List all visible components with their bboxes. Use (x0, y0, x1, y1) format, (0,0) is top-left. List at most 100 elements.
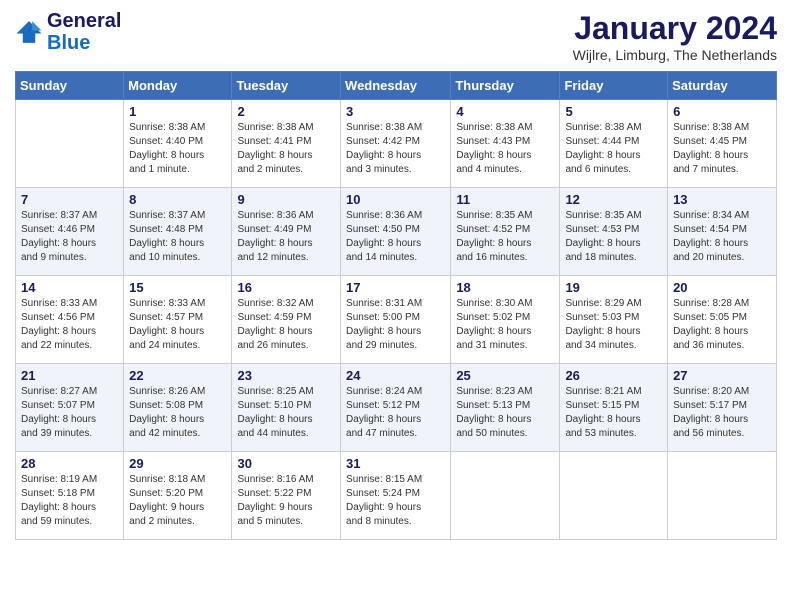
calendar-table: SundayMondayTuesdayWednesdayThursdayFrid… (15, 71, 777, 540)
calendar-cell: 27 Sunrise: 8:20 AM Sunset: 5:17 PM Dayli… (668, 364, 777, 452)
calendar-cell: 13 Sunrise: 8:34 AM Sunset: 4:54 PM Dayli… (668, 188, 777, 276)
day-number: 28 (21, 456, 118, 471)
day-info: Sunrise: 8:26 AM Sunset: 5:08 PM Dayligh… (129, 385, 226, 441)
calendar-cell: 28 Sunrise: 8:19 AM Sunset: 5:18 PM Dayli… (16, 452, 124, 540)
weekday-header-cell: Saturday (668, 72, 777, 100)
day-info: Sunrise: 8:36 AM Sunset: 4:50 PM Dayligh… (346, 209, 445, 265)
day-info: Sunrise: 8:16 AM Sunset: 5:22 PM Dayligh… (237, 473, 335, 529)
day-info: Sunrise: 8:23 AM Sunset: 5:13 PM Dayligh… (456, 385, 554, 441)
calendar-cell: 22 Sunrise: 8:26 AM Sunset: 5:08 PM Dayli… (124, 364, 232, 452)
day-info: Sunrise: 8:37 AM Sunset: 4:46 PM Dayligh… (21, 209, 118, 265)
day-number: 26 (565, 368, 662, 383)
day-info: Sunrise: 8:33 AM Sunset: 4:57 PM Dayligh… (129, 297, 226, 353)
day-number: 16 (237, 280, 335, 295)
day-info: Sunrise: 8:28 AM Sunset: 5:05 PM Dayligh… (673, 297, 771, 353)
day-number: 13 (673, 192, 771, 207)
calendar-cell: 31 Sunrise: 8:15 AM Sunset: 5:24 PM Dayli… (341, 452, 451, 540)
day-number: 21 (21, 368, 118, 383)
calendar-cell: 23 Sunrise: 8:25 AM Sunset: 5:10 PM Dayli… (232, 364, 341, 452)
day-number: 24 (346, 368, 445, 383)
day-number: 12 (565, 192, 662, 207)
day-number: 7 (21, 192, 118, 207)
day-number: 8 (129, 192, 226, 207)
calendar-cell: 21 Sunrise: 8:27 AM Sunset: 5:07 PM Dayli… (16, 364, 124, 452)
calendar-cell: 9 Sunrise: 8:36 AM Sunset: 4:49 PM Daylig… (232, 188, 341, 276)
calendar-cell: 5Sunrise: 8:38 AM Sunset: 4:44 PM Daylig… (560, 100, 668, 188)
logo-icon (15, 18, 43, 46)
calendar-week-row: 21 Sunrise: 8:27 AM Sunset: 5:07 PM Dayli… (16, 364, 777, 452)
day-number: 10 (346, 192, 445, 207)
calendar-cell: 17Sunrise: 8:31 AM Sunset: 5:00 PM Dayli… (341, 276, 451, 364)
calendar-cell: 7 Sunrise: 8:37 AM Sunset: 4:46 PM Daylig… (16, 188, 124, 276)
day-number: 31 (346, 456, 445, 471)
day-number: 9 (237, 192, 335, 207)
day-number: 25 (456, 368, 554, 383)
weekday-header-cell: Tuesday (232, 72, 341, 100)
day-info: Sunrise: 8:24 AM Sunset: 5:12 PM Dayligh… (346, 385, 445, 441)
day-info: Sunrise: 8:34 AM Sunset: 4:54 PM Dayligh… (673, 209, 771, 265)
day-number: 22 (129, 368, 226, 383)
calendar-cell (668, 452, 777, 540)
day-info: Sunrise: 8:38 AM Sunset: 4:41 PM Dayligh… (237, 121, 335, 177)
logo: General Blue (15, 10, 121, 54)
calendar-cell: 19 Sunrise: 8:29 AM Sunset: 5:03 PM Dayli… (560, 276, 668, 364)
day-number: 19 (565, 280, 662, 295)
day-info: Sunrise: 8:15 AM Sunset: 5:24 PM Dayligh… (346, 473, 445, 529)
logo-text: General Blue (47, 10, 121, 54)
day-number: 14 (21, 280, 118, 295)
calendar-cell: 11 Sunrise: 8:35 AM Sunset: 4:52 PM Dayli… (451, 188, 560, 276)
calendar-cell: 6Sunrise: 8:38 AM Sunset: 4:45 PM Daylig… (668, 100, 777, 188)
calendar-cell (560, 452, 668, 540)
day-info: Sunrise: 8:36 AM Sunset: 4:49 PM Dayligh… (237, 209, 335, 265)
day-info: Sunrise: 8:31 AM Sunset: 5:00 PM Dayligh… (346, 297, 445, 353)
calendar-cell: 30Sunrise: 8:16 AM Sunset: 5:22 PM Dayli… (232, 452, 341, 540)
day-info: Sunrise: 8:38 AM Sunset: 4:40 PM Dayligh… (129, 121, 226, 177)
day-info: Sunrise: 8:35 AM Sunset: 4:52 PM Dayligh… (456, 209, 554, 265)
calendar-week-row: 1Sunrise: 8:38 AM Sunset: 4:40 PM Daylig… (16, 100, 777, 188)
day-number: 29 (129, 456, 226, 471)
day-number: 3 (346, 104, 445, 119)
day-info: Sunrise: 8:20 AM Sunset: 5:17 PM Dayligh… (673, 385, 771, 441)
day-number: 2 (237, 104, 335, 119)
day-info: Sunrise: 8:29 AM Sunset: 5:03 PM Dayligh… (565, 297, 662, 353)
calendar-cell: 25 Sunrise: 8:23 AM Sunset: 5:13 PM Dayli… (451, 364, 560, 452)
calendar-cell: 3Sunrise: 8:38 AM Sunset: 4:42 PM Daylig… (341, 100, 451, 188)
day-info: Sunrise: 8:19 AM Sunset: 5:18 PM Dayligh… (21, 473, 118, 529)
day-info: Sunrise: 8:27 AM Sunset: 5:07 PM Dayligh… (21, 385, 118, 441)
day-number: 18 (456, 280, 554, 295)
weekday-header-cell: Friday (560, 72, 668, 100)
weekday-header-cell: Wednesday (341, 72, 451, 100)
day-info: Sunrise: 8:35 AM Sunset: 4:53 PM Dayligh… (565, 209, 662, 265)
day-info: Sunrise: 8:33 AM Sunset: 4:56 PM Dayligh… (21, 297, 118, 353)
calendar-cell: 24 Sunrise: 8:24 AM Sunset: 5:12 PM Dayli… (341, 364, 451, 452)
calendar-week-row: 7 Sunrise: 8:37 AM Sunset: 4:46 PM Daylig… (16, 188, 777, 276)
day-number: 23 (237, 368, 335, 383)
calendar-cell: 18 Sunrise: 8:30 AM Sunset: 5:02 PM Dayli… (451, 276, 560, 364)
calendar-cell: 12 Sunrise: 8:35 AM Sunset: 4:53 PM Dayli… (560, 188, 668, 276)
calendar-cell: 2 Sunrise: 8:38 AM Sunset: 4:41 PM Daylig… (232, 100, 341, 188)
day-number: 6 (673, 104, 771, 119)
weekday-header-cell: Thursday (451, 72, 560, 100)
day-info: Sunrise: 8:25 AM Sunset: 5:10 PM Dayligh… (237, 385, 335, 441)
calendar-cell: 4Sunrise: 8:38 AM Sunset: 4:43 PM Daylig… (451, 100, 560, 188)
day-number: 11 (456, 192, 554, 207)
calendar-cell (16, 100, 124, 188)
day-number: 15 (129, 280, 226, 295)
weekday-header-cell: Monday (124, 72, 232, 100)
month-title: January 2024 (573, 10, 777, 47)
calendar-body: 1Sunrise: 8:38 AM Sunset: 4:40 PM Daylig… (16, 100, 777, 540)
day-info: Sunrise: 8:38 AM Sunset: 4:44 PM Dayligh… (565, 121, 662, 177)
day-info: Sunrise: 8:21 AM Sunset: 5:15 PM Dayligh… (565, 385, 662, 441)
day-info: Sunrise: 8:38 AM Sunset: 4:43 PM Dayligh… (456, 121, 554, 177)
day-number: 27 (673, 368, 771, 383)
day-info: Sunrise: 8:18 AM Sunset: 5:20 PM Dayligh… (129, 473, 226, 529)
location: Wijlre, Limburg, The Netherlands (573, 47, 777, 63)
weekday-header-cell: Sunday (16, 72, 124, 100)
calendar-week-row: 14 Sunrise: 8:33 AM Sunset: 4:56 PM Dayli… (16, 276, 777, 364)
calendar-cell: 15 Sunrise: 8:33 AM Sunset: 4:57 PM Dayli… (124, 276, 232, 364)
calendar-cell: 20Sunrise: 8:28 AM Sunset: 5:05 PM Dayli… (668, 276, 777, 364)
weekday-header-row: SundayMondayTuesdayWednesdayThursdayFrid… (16, 72, 777, 100)
calendar-cell: 29 Sunrise: 8:18 AM Sunset: 5:20 PM Dayli… (124, 452, 232, 540)
day-info: Sunrise: 8:30 AM Sunset: 5:02 PM Dayligh… (456, 297, 554, 353)
calendar-cell: 26 Sunrise: 8:21 AM Sunset: 5:15 PM Dayli… (560, 364, 668, 452)
